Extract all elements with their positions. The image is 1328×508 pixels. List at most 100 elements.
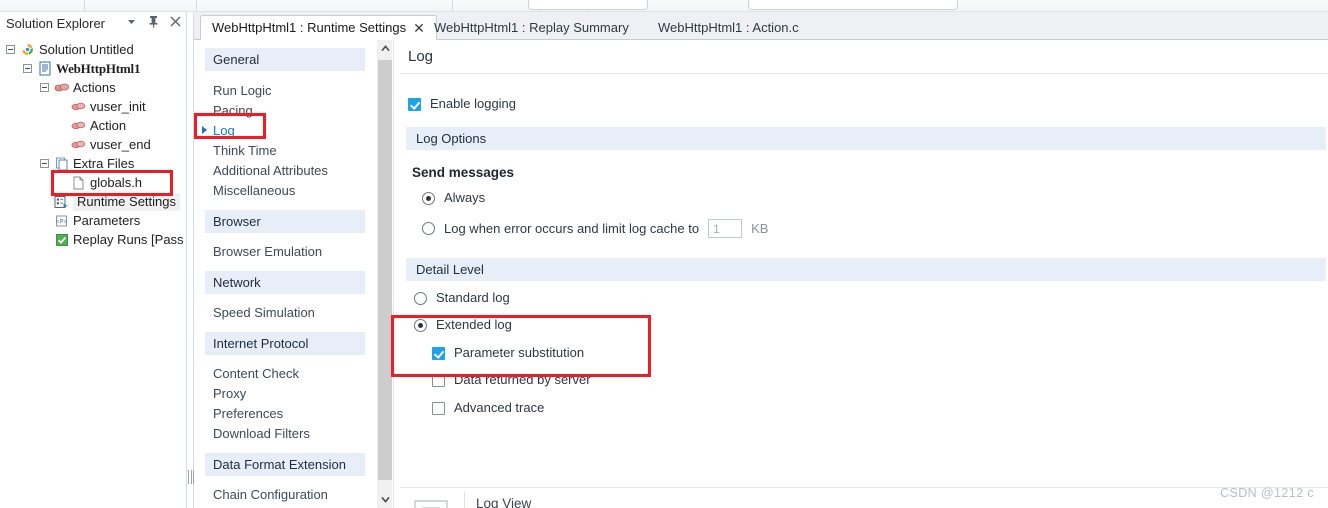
tree-item-globals-h[interactable]: globals.h [0, 173, 186, 192]
tree-item-actions[interactable]: Actions [0, 78, 186, 97]
standard-log-row[interactable]: Standard log [414, 291, 510, 305]
tree-item-label: globals.h [90, 174, 143, 190]
send-always-label: Always [444, 190, 486, 205]
nav-group-internet-protocol: Internet Protocol [205, 332, 365, 355]
data-returned-by-server-checkbox[interactable] [432, 373, 445, 387]
detail-level-section-header: Detail Level [406, 258, 1326, 281]
expander-placeholder [57, 121, 66, 130]
toolbar-dropdown[interactable] [748, 0, 958, 10]
nav-item-content-check[interactable]: Content Check [194, 363, 376, 383]
nav-item-additional-attributes[interactable]: Additional Attributes [194, 160, 376, 180]
tree-item-solution[interactable]: Solution Untitled [0, 40, 186, 59]
nav-group-general: General [205, 48, 365, 71]
expander-toggle[interactable] [6, 45, 15, 54]
pin-icon[interactable] [147, 14, 160, 29]
expander-toggle[interactable] [23, 64, 32, 73]
nav-item-label: Run Logic [213, 82, 272, 98]
enable-logging-label: Enable logging [430, 96, 517, 111]
expander-toggle[interactable] [40, 83, 49, 92]
tree-item-action[interactable]: Action [0, 116, 186, 135]
nav-item-run-logic[interactable]: Run Logic [194, 80, 376, 100]
log-cache-unit-label: KB [751, 221, 769, 236]
parameter-substitution-row[interactable]: Parameter substitution [432, 346, 584, 360]
send-on-error-radio[interactable] [422, 222, 435, 235]
expander-placeholder [40, 216, 49, 225]
tree-item-label: WebHttpHtml1 [56, 60, 141, 76]
panel-splitter[interactable] [186, 12, 194, 508]
tree-item-label: Action [90, 117, 127, 133]
tree-item-extra-files[interactable]: Extra Files [0, 154, 186, 173]
page-title: Log [408, 48, 434, 65]
send-on-error-row[interactable]: Log when error occurs and limit log cach… [422, 219, 768, 238]
tree-item-parameters[interactable]: <P> Parameters [0, 211, 186, 230]
advanced-trace-checkbox[interactable] [432, 401, 445, 415]
main-toolbar [0, 0, 1328, 12]
toolbar-dropdown[interactable] [528, 0, 648, 10]
enable-logging-checkbox[interactable] [408, 97, 421, 111]
scroll-up-icon[interactable] [377, 40, 393, 57]
scroll-down-icon[interactable] [377, 491, 393, 508]
nav-item-download-filters[interactable]: Download Filters [194, 423, 376, 443]
nav-item-speed-simulation[interactable]: Speed Simulation [194, 302, 376, 322]
watermark: CSDN @1212 c [1220, 486, 1314, 500]
application-window: Solution Explorer Solution Untitled WebH… [0, 0, 1328, 508]
replay-runs-icon [53, 232, 70, 248]
settings-nav-scrollbar[interactable] [376, 40, 392, 508]
expander-placeholder [57, 102, 66, 111]
nav-item-label: Browser Emulation [213, 243, 323, 259]
tree-item-runtime-settings[interactable]: Runtime Settings [0, 192, 186, 211]
tree-item-label: vuser_init [90, 98, 146, 114]
parameters-icon: <P> [53, 213, 70, 229]
nav-item-label: Miscellaneous [213, 182, 296, 198]
panel-title: Solution Explorer [6, 15, 105, 31]
nav-item-chain-configuration[interactable]: Chain Configuration [194, 484, 376, 504]
extended-log-radio[interactable] [414, 318, 427, 332]
nav-item-miscellaneous[interactable]: Miscellaneous [194, 180, 376, 200]
nav-item-proxy[interactable]: Proxy [194, 383, 376, 403]
standard-log-radio[interactable] [414, 291, 427, 305]
send-on-error-label: Log when error occurs and limit log cach… [444, 220, 700, 236]
nav-item-label: Pacing [213, 102, 253, 118]
action-brick-icon [70, 137, 87, 153]
nav-item-label: Preferences [213, 405, 284, 421]
nav-item-preferences[interactable]: Preferences [194, 403, 376, 423]
data-returned-by-server-row[interactable]: Data returned by server [432, 373, 591, 387]
info-divider [400, 487, 1328, 488]
tree-item-project[interactable]: WebHttpHtml1 [0, 59, 186, 78]
send-messages-label: Send messages [412, 165, 515, 180]
tree-item-vuser-end[interactable]: vuser_end [0, 135, 186, 154]
advanced-trace-row[interactable]: Advanced trace [432, 401, 544, 415]
nav-item-pacing[interactable]: Pacing [194, 100, 376, 120]
editor-tab-strip: WebHttpHtml1 : Runtime Settings ✕ WebHtt… [194, 12, 1328, 40]
nav-item-browser-emulation[interactable]: Browser Emulation [194, 241, 376, 261]
tab-action-c[interactable]: WebHttpHtml1 : Action.c [646, 15, 811, 40]
tree-item-vuser-init[interactable]: vuser_init [0, 97, 186, 116]
tree-item-replay-runs[interactable]: Replay Runs [Pass [0, 230, 186, 249]
nav-item-label: Content Check [213, 365, 299, 381]
close-icon[interactable] [169, 14, 182, 29]
tab-runtime-settings[interactable]: WebHttpHtml1 : Runtime Settings ✕ [200, 15, 437, 40]
standard-log-label: Standard log [436, 290, 510, 305]
extended-log-row[interactable]: Extended log [414, 318, 512, 332]
enable-logging-row[interactable]: Enable logging [408, 97, 516, 111]
tree-item-label: Solution Untitled [39, 41, 134, 57]
extended-log-label: Extended log [436, 317, 512, 332]
chevron-down-icon[interactable] [125, 14, 138, 29]
parameter-substitution-checkbox[interactable] [432, 346, 445, 360]
log-cache-size-input[interactable] [708, 219, 743, 238]
current-item-marker-icon [202, 126, 207, 134]
solution-icon [19, 42, 36, 58]
send-always-radio[interactable] [422, 191, 435, 205]
svg-text:<P>: <P> [55, 219, 67, 225]
scrollbar-thumb[interactable] [378, 60, 392, 480]
advanced-trace-label: Advanced trace [454, 400, 545, 415]
send-always-row[interactable]: Always [422, 191, 485, 205]
settings-content: General Run Logic Pacing Log Think Time … [194, 40, 1328, 508]
expander-toggle[interactable] [40, 159, 49, 168]
tab-replay-summary[interactable]: WebHttpHtml1 : Replay Summary [422, 15, 641, 40]
tab-label: WebHttpHtml1 : Replay Summary [434, 20, 629, 35]
nav-item-label: Proxy [213, 385, 247, 401]
nav-group-data-format-extension: Data Format Extension [205, 453, 365, 476]
nav-item-think-time[interactable]: Think Time [194, 140, 376, 160]
nav-item-log[interactable]: Log [194, 120, 376, 140]
